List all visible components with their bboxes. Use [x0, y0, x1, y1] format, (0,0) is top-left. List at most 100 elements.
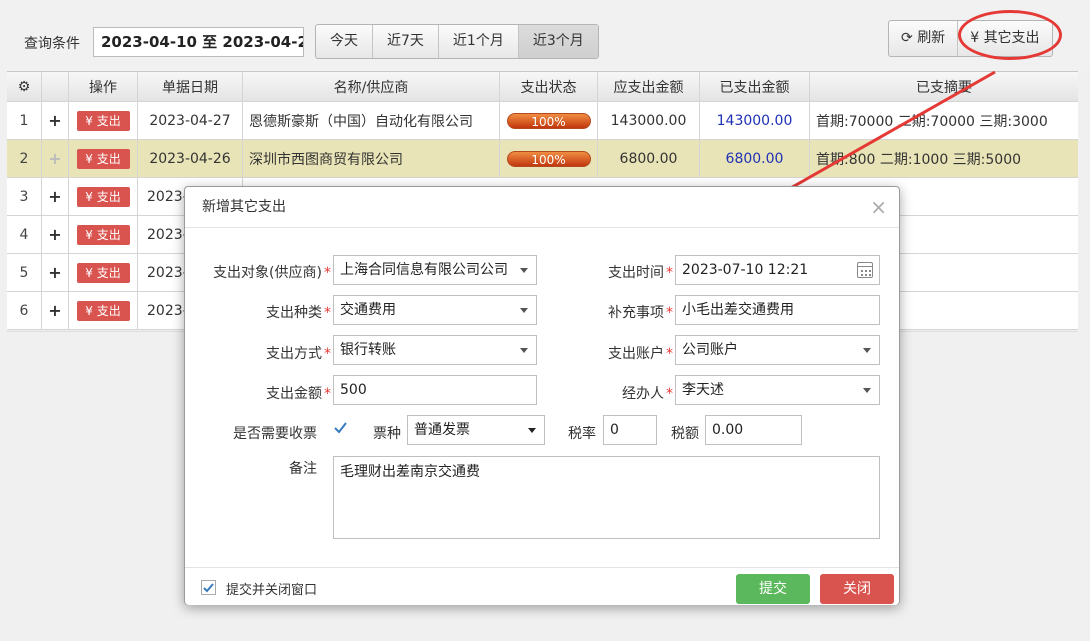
taxrate-label: 税率 [568, 426, 596, 442]
pay-button[interactable]: ¥ 支出 [76, 186, 130, 207]
table-row[interactable]: 1 + ¥ 支出 2023-04-27 恩德斯豪斯（中国）自动化有限公司 100… [7, 102, 1078, 140]
close-after-submit-checkbox[interactable] [201, 580, 216, 595]
invoice-label: 是否需要收票 [233, 426, 317, 442]
chevron-down-icon [528, 428, 536, 433]
summary-cell: 首期:70000 二期:70000 三期:3000 [816, 113, 1048, 130]
toolbar: 查询条件 2023-04-10 至 2023-04-27 今天 近7天 近1个月… [0, 0, 1090, 71]
check-icon [201, 580, 216, 595]
pay-label: 支出 [96, 265, 121, 280]
header-summary: 已支摘要 [916, 79, 972, 96]
taxrate-input[interactable]: 0 [603, 415, 657, 445]
row-index: 6 [7, 292, 42, 329]
expand-icon[interactable]: + [42, 292, 69, 329]
refresh-label: 刷新 [917, 30, 946, 46]
pay-button[interactable]: ¥ 支出 [76, 262, 130, 283]
tax-input[interactable]: 0.00 [705, 415, 802, 445]
status-progress: 100% [506, 150, 591, 167]
category-value: 交通费用 [340, 302, 396, 318]
time-label: 支出时间 * [608, 265, 673, 281]
annotation-ellipse [958, 10, 1062, 60]
gear-icon: ⚙ [17, 78, 31, 95]
close-after-submit-label: 提交并关闭窗口 [226, 583, 318, 598]
account-value: 公司账户 [682, 342, 738, 358]
expand-icon[interactable]: + [42, 254, 69, 291]
paid-cell: 143000.00 [700, 102, 810, 139]
header-date[interactable]: 单据日期 [138, 72, 243, 101]
range-3months-button[interactable]: 近3个月 [518, 25, 598, 58]
operation-cell: ¥ 支出 [69, 102, 138, 139]
chevron-down-icon [520, 348, 528, 353]
pay-button[interactable]: ¥ 支出 [76, 224, 130, 245]
table-row[interactable]: 2 + ¥ 支出 2023-04-26 深圳市西图商贸有限公司 100% 680… [7, 140, 1078, 178]
refresh-button[interactable]: ⟳ 刷新 [889, 21, 957, 56]
header-operation: 操作 [69, 72, 138, 101]
remark-textarea[interactable]: 毛理财出差南京交通费 [333, 456, 880, 539]
dialog-title-bar: 新增其它支出 × [185, 187, 899, 228]
account-label: 支出账户 * [608, 346, 673, 362]
status-progress: 100% [506, 112, 591, 129]
paid-cell: 6800.00 [700, 140, 810, 177]
time-value: 2023-07-10 12:21 [682, 262, 809, 278]
account-select[interactable]: 公司账户 [675, 335, 880, 365]
chevron-down-icon [520, 268, 528, 273]
query-label: 查询条件 [24, 36, 80, 52]
row-index: 1 [7, 102, 42, 139]
pay-label: 支出 [96, 227, 121, 242]
tax-label: 税额 [671, 426, 699, 442]
expand-icon[interactable]: + [42, 216, 69, 253]
method-select[interactable]: 银行转账 [333, 335, 537, 365]
status-cell: 100% [500, 140, 598, 177]
pay-label: 支出 [96, 189, 121, 204]
range-today-button[interactable]: 今天 [316, 25, 373, 58]
pay-button[interactable]: ¥ 支出 [76, 300, 130, 321]
date-cell: 2023-04-26 [138, 140, 243, 177]
row-index: 5 [7, 254, 42, 291]
target-select[interactable]: 上海合同信息有限公司公司 [333, 255, 537, 285]
method-label: 支出方式 * [266, 346, 331, 362]
header-expand-col [42, 72, 69, 101]
expand-icon[interactable]: + [42, 102, 69, 139]
remark-label: 备注 [289, 461, 317, 477]
expand-icon[interactable]: + [42, 178, 69, 215]
range-7days-button[interactable]: 近7天 [373, 25, 439, 58]
column-settings[interactable]: ⚙ [7, 72, 42, 101]
category-select[interactable]: 交通费用 [333, 295, 537, 325]
check-icon [334, 422, 347, 434]
amount-input[interactable]: 500 [333, 375, 537, 405]
header-status[interactable]: 支出状态 [500, 72, 598, 101]
header-paid[interactable]: 已支出金额 [700, 72, 810, 101]
row-index: 3 [7, 178, 42, 215]
operation-cell: ¥ 支出 [69, 216, 138, 253]
extra-label: 补充事项 * [608, 305, 673, 321]
operation-cell: ¥ 支出 [69, 140, 138, 177]
row-index: 4 [7, 216, 42, 253]
name-cell: 恩德斯豪斯（中国）自动化有限公司 [243, 102, 500, 139]
calendar-icon[interactable] [857, 262, 873, 278]
header-name[interactable]: 名称/供应商 [243, 72, 500, 101]
dialog-title: 新增其它支出 [202, 199, 286, 215]
pay-button[interactable]: ¥ 支出 [76, 148, 130, 169]
refresh-icon: ⟳ [901, 30, 913, 46]
extra-input[interactable]: 小毛出差交通费用 [675, 295, 880, 325]
handler-label: 经办人 * [622, 386, 673, 402]
range-segment: 今天 近7天 近1个月 近3个月 [315, 24, 599, 59]
time-input[interactable]: 2023-07-10 12:21 [675, 255, 880, 285]
chevron-down-icon [863, 388, 871, 393]
date-range-input[interactable]: 2023-04-10 至 2023-04-27 [93, 27, 304, 57]
table-header: ⚙ 操作 单据日期 名称/供应商 支出状态 应支出金额 已支出金额 已支摘要 [7, 71, 1078, 102]
range-1month-button[interactable]: 近1个月 [439, 25, 519, 58]
handler-select[interactable]: 李天述 [675, 375, 880, 405]
method-value: 银行转账 [340, 342, 396, 358]
target-label: 支出对象(供应商) * [213, 265, 331, 281]
expand-icon[interactable]: + [42, 140, 69, 177]
amount-label: 支出金额 * [266, 386, 331, 402]
ticket-select[interactable]: 普通发票 [407, 415, 545, 445]
invoice-checkbox[interactable] [333, 420, 348, 435]
chevron-down-icon [863, 348, 871, 353]
close-button[interactable]: 关闭 [820, 574, 894, 604]
submit-button[interactable]: 提交 [736, 574, 810, 604]
pay-button[interactable]: ¥ 支出 [76, 110, 130, 131]
close-icon[interactable]: × [870, 187, 887, 228]
operation-cell: ¥ 支出 [69, 254, 138, 291]
header-due[interactable]: 应支出金额 [598, 72, 700, 101]
